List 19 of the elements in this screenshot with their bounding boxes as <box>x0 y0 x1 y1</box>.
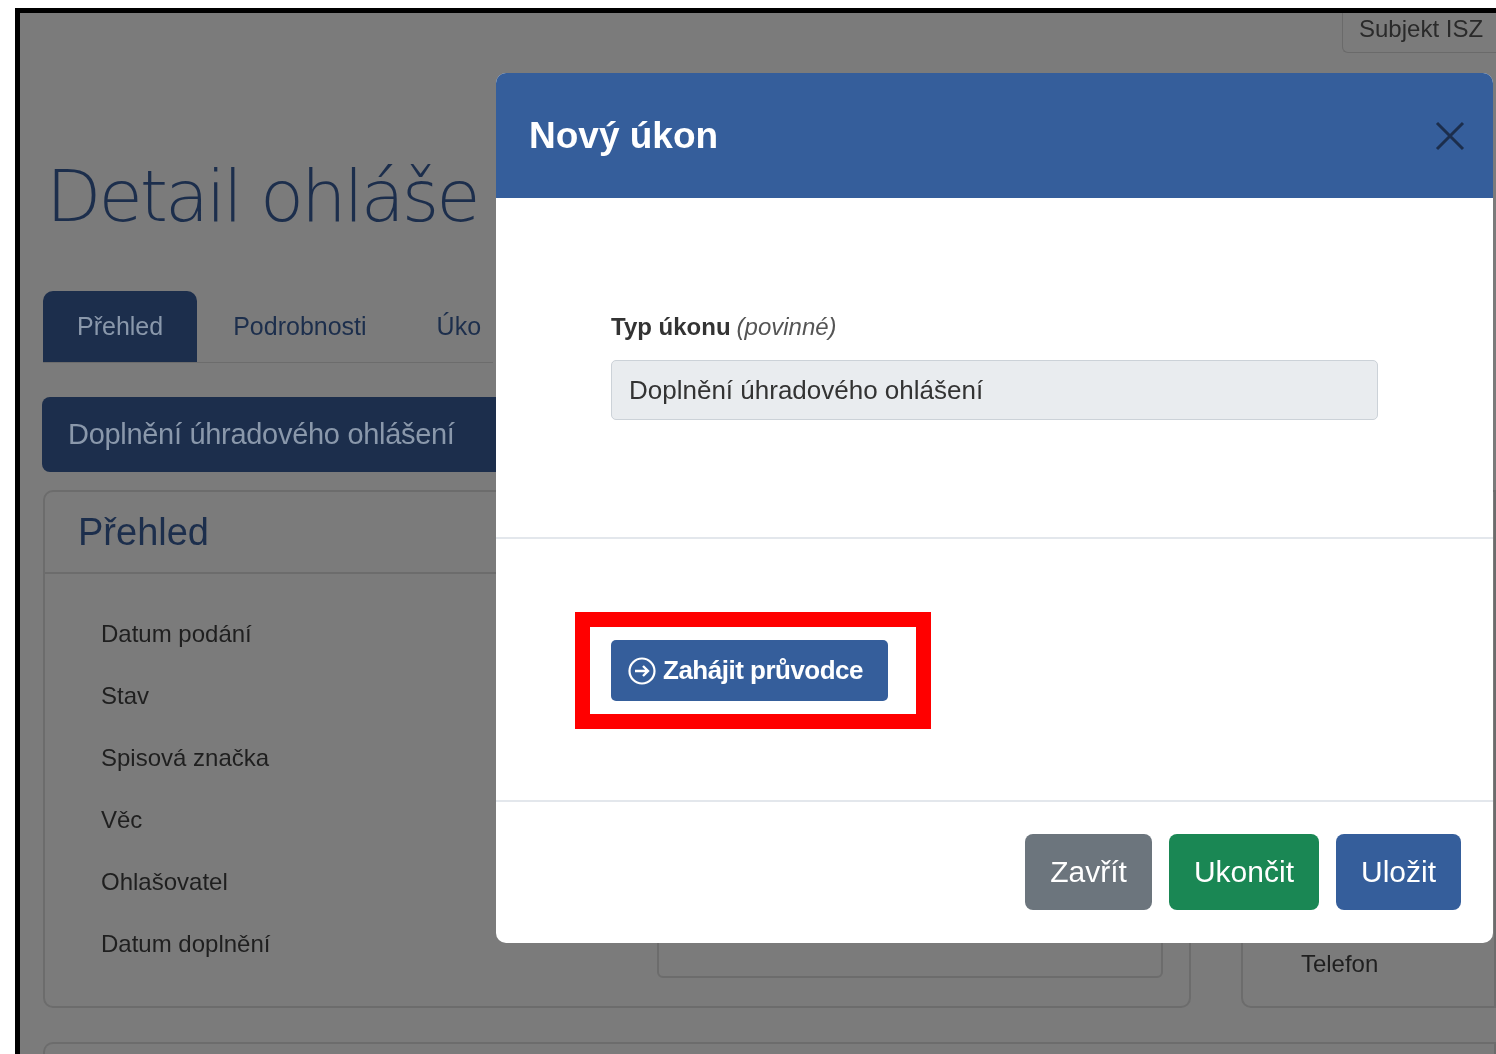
arrow-circle-icon <box>627 655 657 686</box>
dialog-button[interactable]: Ukončit <box>1168 834 1319 910</box>
field-label: Ohlašovatel <box>101 868 228 897</box>
start-wizard-button[interactable]: Zahájit průvodce <box>611 640 888 701</box>
field-label: Typ úkonu (povinné) <box>611 313 838 342</box>
field-label: Datum doplnění <box>101 930 271 959</box>
field-label: Věc <box>101 806 143 835</box>
field-label: Datum podání <box>101 620 252 649</box>
field-label: Telefon <box>1300 950 1379 977</box>
page-title: Detail ohláše <box>46 153 478 240</box>
field-label: Stav <box>101 682 150 711</box>
modal-title: Nový úkon <box>529 114 719 157</box>
dialog-button[interactable]: Zavřít <box>1025 834 1152 910</box>
tab[interactable]: Podrobnosti <box>197 291 401 362</box>
tab[interactable]: Přehled <box>43 291 198 362</box>
close-icon[interactable] <box>1435 120 1465 151</box>
field-label: Spisová značka <box>101 744 270 773</box>
subject-button[interactable]: Subjekt ISZ <box>1342 13 1496 53</box>
dialog-button[interactable]: Uložit <box>1336 834 1461 910</box>
